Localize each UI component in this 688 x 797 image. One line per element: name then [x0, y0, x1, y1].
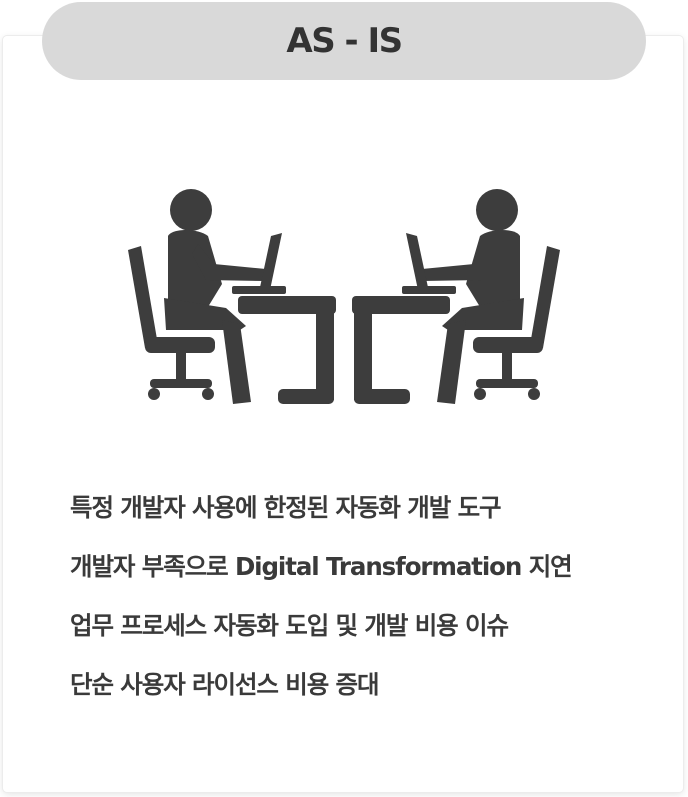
header-pill: AS - IS — [42, 2, 646, 80]
issue-item: 업무 프로세스 자동화 도입 및 개발 비용 이슈 — [70, 611, 509, 640]
issue-list: 특정 개발자 사용에 한정된 자동화 개발 도구 개발자 부족으로 Digita… — [70, 494, 670, 730]
issue-item: 특정 개발자 사용에 한정된 자동화 개발 도구 — [70, 493, 502, 522]
issue-item: 단순 사용자 라이선스 비용 증대 — [70, 670, 380, 699]
two-people-at-laptops-icon — [118, 180, 570, 416]
issue-item: 개발자 부족으로 Digital Transformation 지연 — [70, 552, 573, 581]
page-title: AS - IS — [286, 21, 403, 61]
right-person-icon — [352, 189, 560, 404]
left-person-icon — [128, 189, 336, 404]
